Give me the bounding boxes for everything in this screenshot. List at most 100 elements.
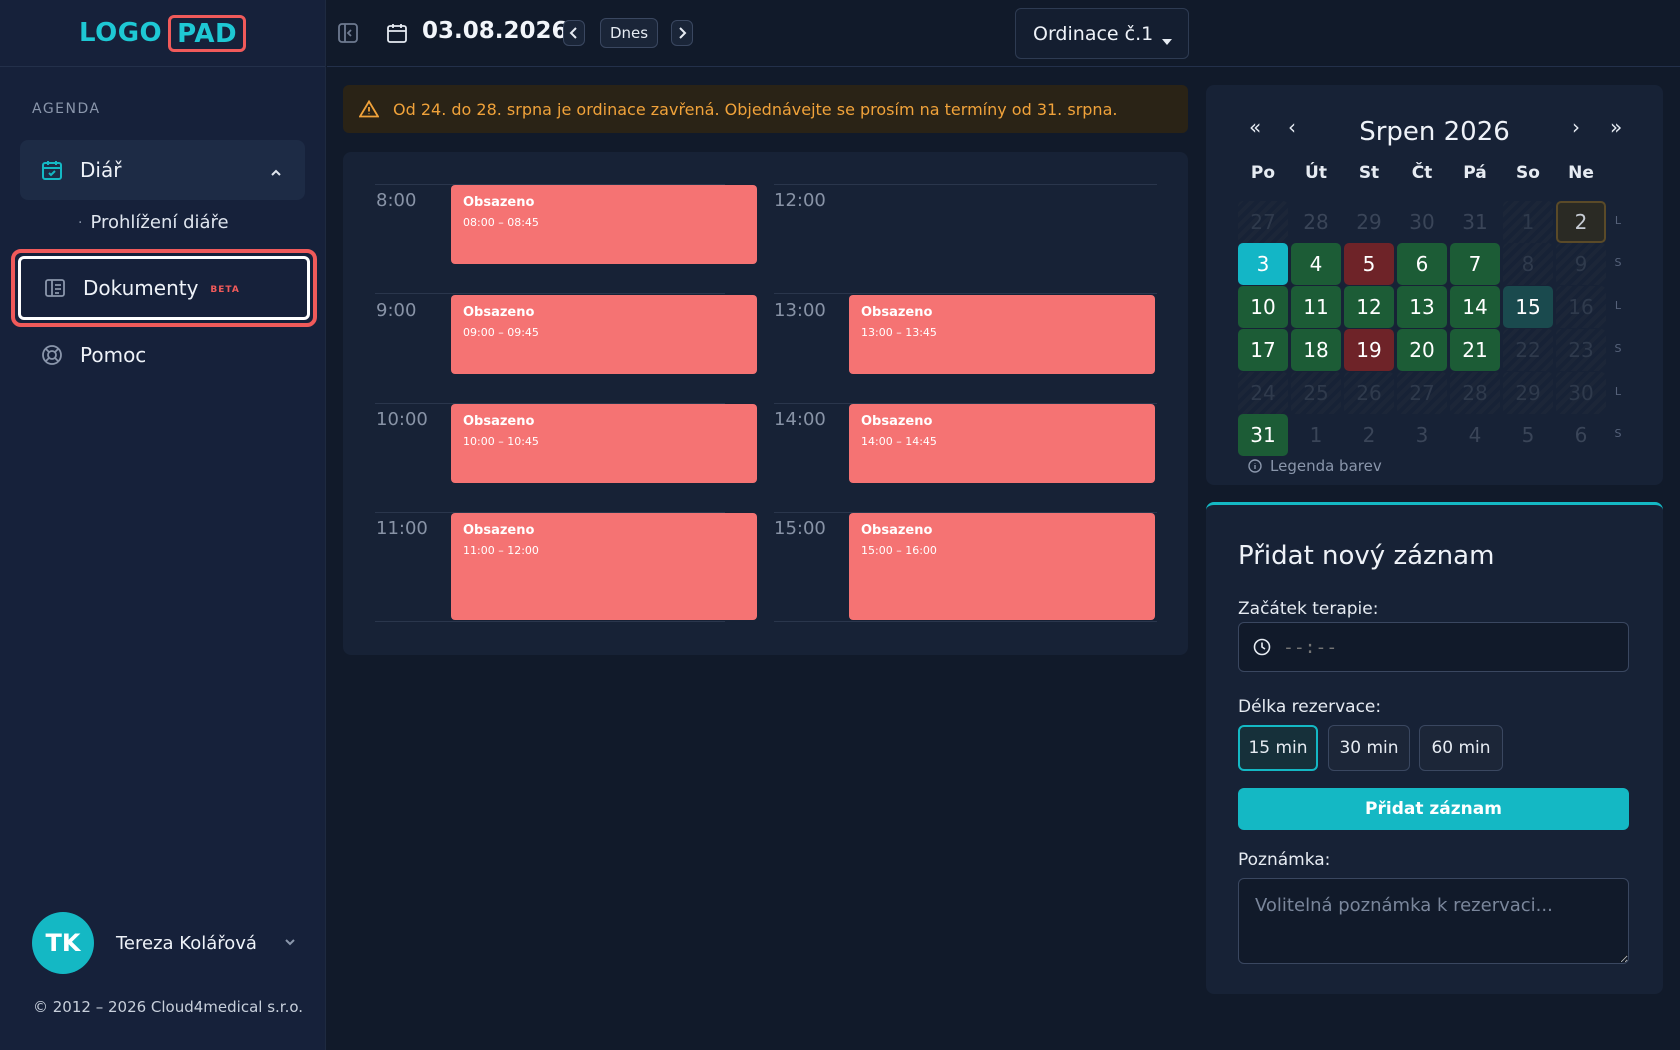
- sidebar-item-dokumenty[interactable]: Dokumenty BETA: [11, 249, 317, 327]
- calendar-day[interactable]: 3: [1238, 243, 1288, 285]
- note-textarea[interactable]: [1238, 878, 1629, 964]
- calendar-day[interactable]: 26: [1344, 372, 1394, 414]
- booking-title: Obsazeno: [861, 414, 933, 429]
- calendar-day[interactable]: 9: [1556, 243, 1606, 285]
- calendar-day[interactable]: 30: [1556, 372, 1606, 414]
- booking-title: Obsazeno: [861, 305, 933, 320]
- office-select[interactable]: Ordinace č.1: [1015, 8, 1189, 59]
- next-year-button[interactable]: »: [1610, 115, 1622, 139]
- booking-time: 08:00 – 08:45: [463, 216, 539, 229]
- start-time-input[interactable]: [1283, 636, 1583, 658]
- calendar-check-icon: [40, 158, 64, 182]
- calendar-day[interactable]: 16: [1556, 286, 1606, 328]
- duration-15-button[interactable]: 15 min: [1238, 725, 1318, 771]
- office-select-value: Ordinace č.1: [1033, 22, 1154, 45]
- duration-30-button[interactable]: 30 min: [1328, 725, 1410, 771]
- calendar-day[interactable]: 11: [1291, 286, 1341, 328]
- slot-divider: [774, 293, 1157, 294]
- calendar-day[interactable]: 28: [1291, 201, 1341, 243]
- topbar: 03.08.2026 Dnes Ordinace č.1: [327, 0, 1680, 67]
- time-label: 15:00: [774, 518, 826, 539]
- next-day-button[interactable]: [671, 20, 693, 46]
- sidebar-toggle-icon[interactable]: [337, 22, 359, 48]
- booking-block[interactable]: Obsazeno 09:00 – 09:45: [451, 295, 757, 374]
- start-time-field[interactable]: [1238, 622, 1629, 672]
- calendar-icon[interactable]: [385, 21, 409, 49]
- calendar-day[interactable]: 2: [1344, 414, 1394, 456]
- booking-block[interactable]: Obsazeno 14:00 – 14:45: [849, 404, 1155, 483]
- section-label-agenda: AGENDA: [32, 101, 101, 117]
- calendar-day[interactable]: 27: [1397, 372, 1447, 414]
- calendar-day[interactable]: 29: [1344, 201, 1394, 243]
- sidebar-subitem-prohlizeni[interactable]: · Prohlížení diáře: [78, 212, 229, 233]
- calendar-day[interactable]: 27: [1238, 201, 1288, 243]
- calendar-day[interactable]: 8: [1503, 243, 1553, 285]
- add-record-form: Přidat nový záznam Začátek terapie: Délk…: [1206, 502, 1663, 994]
- today-button[interactable]: Dnes: [600, 18, 658, 48]
- sidebar-item-diar[interactable]: Diář: [20, 140, 305, 200]
- form-title: Přidat nový záznam: [1238, 541, 1495, 571]
- calendar-day[interactable]: 5: [1344, 243, 1394, 285]
- prev-day-button[interactable]: [563, 20, 585, 46]
- booking-block[interactable]: Obsazeno 11:00 – 12:00: [451, 513, 757, 620]
- calendar-day[interactable]: 10: [1238, 286, 1288, 328]
- color-legend[interactable]: Legenda barev: [1248, 457, 1382, 475]
- add-record-button[interactable]: Přidat záznam: [1238, 788, 1629, 830]
- logo-badge: PAD: [168, 14, 247, 52]
- booking-block[interactable]: Obsazeno 10:00 – 10:45: [451, 404, 757, 483]
- calendar-day[interactable]: 23: [1556, 329, 1606, 371]
- calendar-day[interactable]: 24: [1238, 372, 1288, 414]
- calendar-day[interactable]: 6: [1556, 414, 1606, 456]
- booking-block[interactable]: Obsazeno 15:00 – 16:00: [849, 513, 1155, 620]
- weekday-header: Čt: [1411, 163, 1433, 183]
- booking-block[interactable]: Obsazeno 08:00 – 08:45: [451, 185, 757, 264]
- calendar-day[interactable]: 31: [1450, 201, 1500, 243]
- calendar-day[interactable]: 1: [1503, 201, 1553, 243]
- calendar-day[interactable]: 4: [1450, 414, 1500, 456]
- calendar-day[interactable]: 13: [1397, 286, 1447, 328]
- calendar-day[interactable]: 4: [1291, 243, 1341, 285]
- sidebar-item-pomoc[interactable]: Pomoc: [40, 343, 146, 367]
- time-label: 14:00: [774, 409, 826, 430]
- calendar-day[interactable]: 19: [1344, 329, 1394, 371]
- calendar-day[interactable]: 29: [1503, 372, 1553, 414]
- calendar-day[interactable]: 21: [1450, 329, 1500, 371]
- sidebar-subitem-label: Prohlížení diáře: [90, 212, 229, 233]
- chevron-up-icon[interactable]: [269, 161, 283, 185]
- calendar-day[interactable]: 5: [1503, 414, 1553, 456]
- calendar-day[interactable]: 6: [1397, 243, 1447, 285]
- weekday-header: Pá: [1463, 163, 1487, 183]
- calendar-day[interactable]: 3: [1397, 414, 1447, 456]
- booking-title: Obsazeno: [463, 195, 535, 210]
- booking-title: Obsazeno: [463, 305, 535, 320]
- logo[interactable]: LOGO PAD: [79, 14, 247, 52]
- current-date: 03.08.2026: [422, 18, 568, 44]
- calendar-day[interactable]: 7: [1450, 243, 1500, 285]
- sidebar-item-label: Pomoc: [80, 343, 147, 367]
- calendar-day[interactable]: 31: [1238, 414, 1288, 456]
- calendar-day[interactable]: 22: [1503, 329, 1553, 371]
- week-tag: L: [1614, 385, 1622, 398]
- calendar-day[interactable]: 15: [1503, 286, 1553, 328]
- calendar-day[interactable]: 28: [1450, 372, 1500, 414]
- calendar-day[interactable]: 25: [1291, 372, 1341, 414]
- calendar-day[interactable]: 12: [1344, 286, 1394, 328]
- clock-icon: [1253, 638, 1271, 656]
- booking-title: Obsazeno: [861, 523, 933, 538]
- calendar-day[interactable]: 17: [1238, 329, 1288, 371]
- calendar-day[interactable]: 18: [1291, 329, 1341, 371]
- user-menu[interactable]: TK Tereza Kolářová: [32, 912, 297, 974]
- calendar-day[interactable]: 1: [1291, 414, 1341, 456]
- booking-time: 10:00 – 10:45: [463, 435, 539, 448]
- time-label: 10:00: [376, 409, 428, 430]
- calendar-day[interactable]: 20: [1397, 329, 1447, 371]
- calendar-day[interactable]: 14: [1450, 286, 1500, 328]
- slot-divider: [375, 621, 725, 622]
- calendar-day[interactable]: 2: [1556, 201, 1606, 243]
- week-tag: S: [1614, 342, 1622, 355]
- chevron-left-icon: [569, 27, 577, 39]
- booking-block[interactable]: Obsazeno 13:00 – 13:45: [849, 295, 1155, 374]
- next-month-button[interactable]: ›: [1572, 115, 1580, 139]
- calendar-day[interactable]: 30: [1397, 201, 1447, 243]
- duration-60-button[interactable]: 60 min: [1419, 725, 1503, 771]
